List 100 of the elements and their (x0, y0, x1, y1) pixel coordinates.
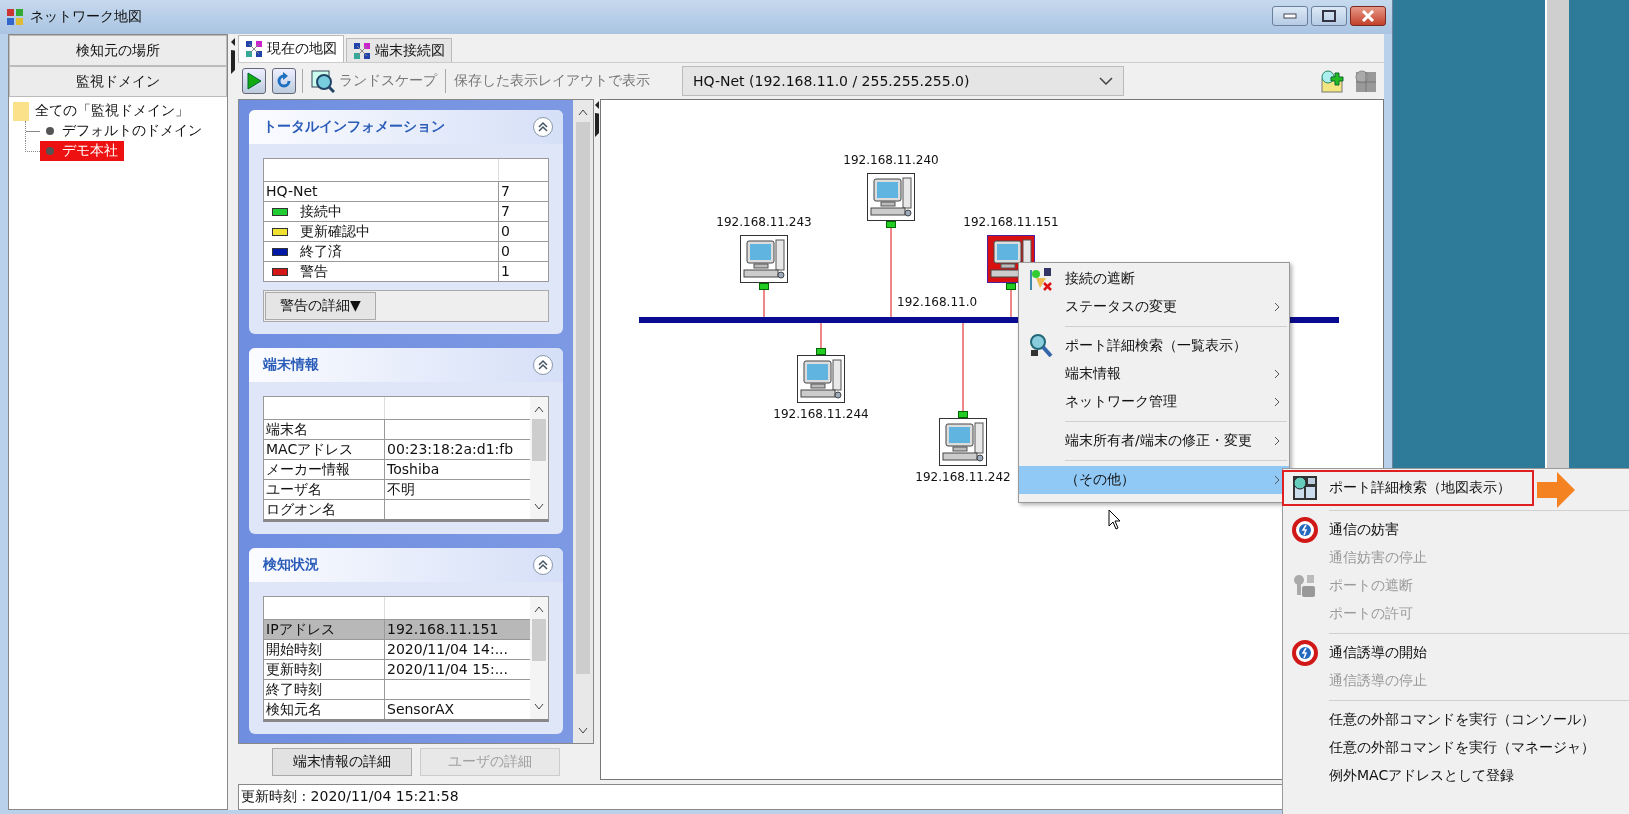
close-button[interactable] (1350, 6, 1386, 26)
network-label: 192.168.11.0 (897, 295, 978, 309)
table-row[interactable]: 検知元名 SensorAX (264, 699, 530, 719)
play-button[interactable] (242, 68, 266, 94)
menu-item[interactable]: ポート詳細検索（一覧表示） (1019, 332, 1289, 360)
network-dropdown[interactable]: HQ-Net (192.168.11.0 / 255.255.255.0) (682, 66, 1124, 96)
table-row[interactable]: MACアドレス 00:23:18:2a:d1:fb (264, 439, 530, 459)
menu-item[interactable]: ネットワーク管理 (1019, 388, 1289, 416)
computer-icon[interactable] (797, 355, 845, 403)
collapse-button[interactable] (533, 555, 553, 575)
scrollbar[interactable] (530, 397, 548, 519)
saved-layout-button[interactable]: 保存した表示レイアウトで表示 (452, 72, 652, 90)
network-map-icon (353, 41, 371, 60)
port-icon (1006, 283, 1016, 290)
table-cell: 1 (498, 262, 548, 281)
table-row[interactable]: 開始時刻 2020/11/04 14:... (264, 639, 530, 659)
minimize-icon (1283, 13, 1297, 19)
table-row[interactable]: メーカー情報 Toshiba (264, 459, 530, 479)
menu-item[interactable]: （その他） (1019, 466, 1289, 494)
scroll-down-icon (534, 503, 544, 511)
tree-item[interactable]: デモ本社 (40, 141, 124, 161)
scroll-down-icon (578, 727, 588, 735)
chevron-icon (1273, 435, 1281, 447)
arrow-icon (1537, 472, 1575, 508)
table-cell: 終了済 (264, 242, 498, 261)
app-icon (6, 8, 24, 26)
node-label: 192.168.11.240 (842, 153, 940, 167)
table-row[interactable]: IPアドレス 192.168.11.151 (264, 619, 530, 639)
port-icon (1292, 573, 1318, 599)
table-cell: 0 (498, 222, 548, 241)
table-row[interactable]: ユーザ名 不明 (264, 479, 530, 499)
tree-item[interactable]: デフォルトのドメイン (40, 121, 208, 141)
double-chevron-icon (537, 359, 549, 371)
minimize-button[interactable] (1272, 6, 1308, 26)
window-title: ネットワーク地図 (30, 8, 142, 26)
maximize-button[interactable] (1311, 6, 1347, 26)
port-icon (958, 411, 968, 418)
tab[interactable]: 端末接続図 (346, 38, 452, 62)
maximize-icon (1322, 10, 1336, 22)
panel-title: 端末情報 (263, 356, 319, 374)
magnifier-icon (1028, 333, 1054, 359)
table-row[interactable]: 更新時刻 2020/11/04 15:... (264, 659, 530, 679)
connection-line (763, 289, 765, 317)
menu-item[interactable]: 通信誘導の開始 (1283, 639, 1629, 667)
chevron-icon (1273, 474, 1281, 486)
menu-item[interactable]: 任意の外部コマンドを実行（コンソール） (1283, 706, 1629, 734)
table-cell: 更新確認中 (264, 222, 498, 241)
table-cell: 0 (498, 242, 548, 261)
table-cell: 警告 (264, 262, 498, 281)
mouse-cursor-icon (1108, 509, 1122, 531)
table-row[interactable]: 端末名 (264, 419, 530, 439)
details-button[interactable]: 端末情報の詳細 (272, 748, 412, 776)
menu-item[interactable]: 通信の妨害 (1283, 516, 1629, 544)
collapse-button[interactable] (533, 355, 553, 375)
table-cell: 7 (498, 202, 548, 221)
node-label: 192.168.11.244 (772, 407, 870, 421)
scroll-up-icon (534, 605, 544, 613)
table-cell: 7 (498, 182, 548, 201)
computer-icon[interactable] (867, 173, 915, 221)
tab[interactable]: 現在の地図 (238, 35, 344, 62)
play-icon (246, 72, 262, 90)
menu-item[interactable]: 端末情報 (1019, 360, 1289, 388)
menu-item[interactable]: 端末所有者/端末の修正・変更 (1019, 427, 1289, 455)
landscape-button[interactable]: ランドスケープ (309, 69, 439, 93)
section-header[interactable]: 検知元の場所 (9, 35, 227, 66)
node-label: 192.168.11.151 (962, 215, 1060, 229)
dropdown-caret-icon (1099, 77, 1113, 85)
scroll-down-icon (534, 703, 544, 711)
scroll-up-icon (534, 405, 544, 413)
scrollbar[interactable] (573, 100, 593, 743)
collapse-button[interactable] (533, 117, 553, 137)
refresh-button[interactable] (272, 68, 296, 94)
node-label: 192.168.11.243 (715, 215, 813, 229)
scrollbar[interactable] (530, 597, 548, 719)
port-icon (759, 283, 769, 290)
refresh-icon (275, 72, 293, 90)
connection-line (820, 323, 822, 349)
menu-item[interactable]: ステータスの変更 (1019, 293, 1289, 321)
folder-icon (13, 101, 29, 121)
table-row[interactable]: 終了時刻 (264, 679, 530, 699)
table-cell-text: HQ-Net (265, 182, 319, 201)
computer-icon[interactable] (740, 235, 788, 283)
table-cell: 接続中 (264, 202, 498, 221)
tree-item[interactable]: 全ての「監視ドメイン」 (35, 102, 189, 120)
menu-item[interactable]: 接続の遮断 (1019, 265, 1289, 293)
double-chevron-icon (537, 121, 549, 133)
block-icon (1292, 517, 1318, 543)
magnifier-icon (311, 69, 335, 93)
panel-title: トータルインフォメーション (263, 118, 445, 136)
network-map-icon (245, 40, 263, 58)
node-label: 192.168.11.242 (914, 470, 1012, 484)
menu-item[interactable]: 任意の外部コマンドを実行（マネージャ） (1283, 734, 1629, 762)
table-row[interactable]: ログオン名 (264, 499, 530, 519)
computer-icon[interactable] (939, 418, 987, 466)
double-chevron-icon (537, 559, 549, 571)
section-header[interactable]: 監視ドメイン (9, 66, 227, 97)
warning-details-button[interactable]: 警告の詳細▼ (265, 292, 376, 320)
block-icon (1292, 640, 1318, 666)
chevron-icon (1273, 368, 1281, 380)
map-zoom-icon[interactable] (1318, 69, 1346, 93)
